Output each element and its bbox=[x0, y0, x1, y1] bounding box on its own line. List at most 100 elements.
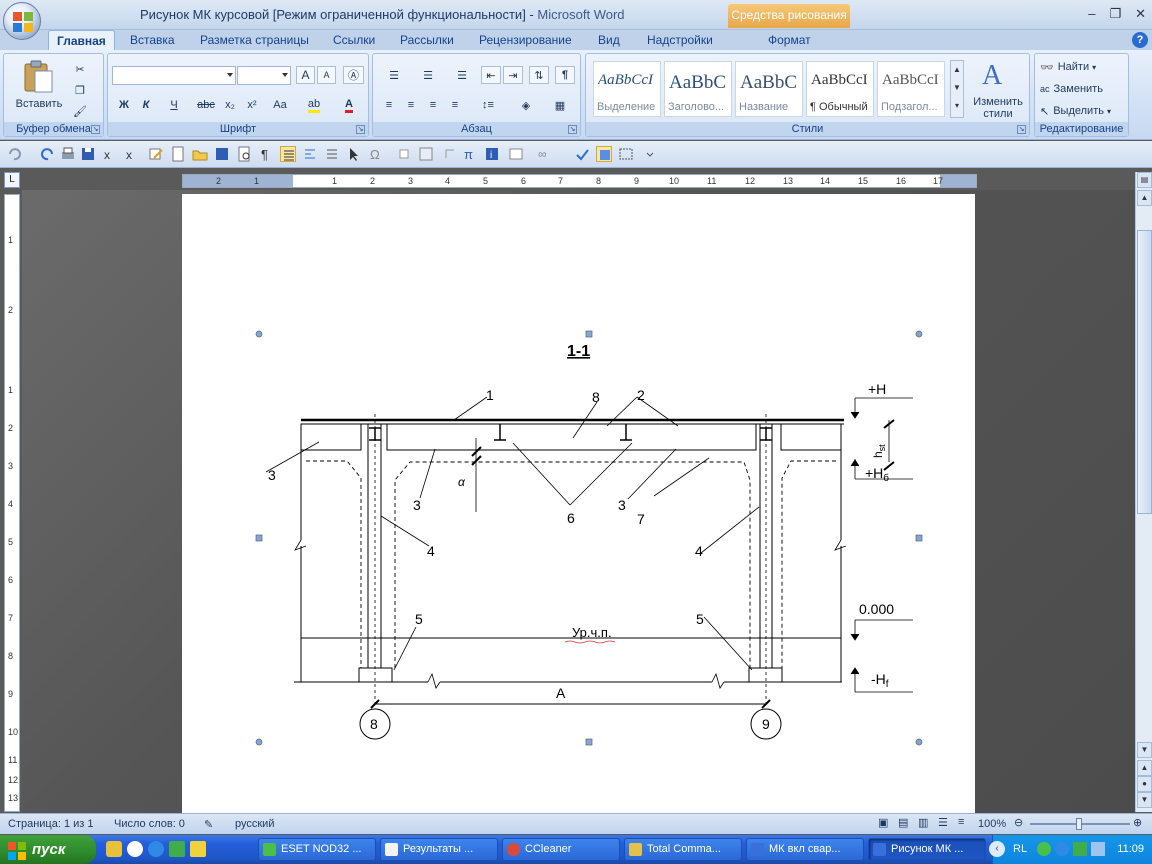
styles-launcher-icon[interactable]: ↘ bbox=[1017, 125, 1026, 134]
table-icon[interactable] bbox=[418, 146, 434, 162]
quick-launch-icon[interactable] bbox=[106, 841, 122, 857]
delete-icon[interactable]: x bbox=[102, 146, 118, 162]
open-folder-icon[interactable] bbox=[192, 146, 208, 162]
tray-expand-icon[interactable]: ‹ bbox=[989, 841, 1005, 857]
shrink-font-button[interactable]: A bbox=[317, 66, 336, 84]
draft-view-icon[interactable]: ≡ bbox=[958, 816, 964, 828]
paragraph-launcher-icon[interactable]: ↘ bbox=[568, 125, 577, 134]
restore-icon[interactable]: ❐ bbox=[1109, 6, 1121, 22]
language-bar[interactable]: RL bbox=[1013, 843, 1027, 855]
change-case-button[interactable]: Aa bbox=[266, 96, 294, 114]
redo-icon[interactable] bbox=[40, 146, 56, 162]
office-button[interactable] bbox=[3, 2, 41, 40]
browse-object-icon[interactable]: ● bbox=[1137, 776, 1152, 792]
task-eset[interactable]: ESET NOD32 ... bbox=[258, 838, 376, 861]
previous-page-icon[interactable]: ▲ bbox=[1137, 760, 1152, 776]
vertical-scrollbar[interactable]: ▤ ▲ ▼ ▲ ● ▼ bbox=[1135, 172, 1152, 812]
tray-icon[interactable] bbox=[1055, 842, 1069, 856]
copy-button[interactable]: ❐ bbox=[70, 81, 90, 99]
style-emphasis[interactable]: AaBbCcI Выделение bbox=[593, 61, 661, 117]
format-painter-button[interactable]: 🖌 bbox=[70, 102, 90, 120]
reading-view-icon[interactable]: ▤ bbox=[898, 816, 908, 829]
justify-toolbar-icon[interactable] bbox=[280, 146, 296, 162]
align-right-button[interactable]: ≡ bbox=[423, 96, 443, 114]
image-icon[interactable] bbox=[508, 146, 524, 162]
clipboard-launcher-icon[interactable]: ↘ bbox=[91, 125, 100, 134]
tab-home[interactable]: Главная bbox=[48, 30, 115, 50]
checkbox-icon[interactable] bbox=[396, 146, 412, 162]
link-icon[interactable]: ∞ bbox=[538, 146, 554, 162]
styles-gallery-scroll[interactable]: ▲ ▼ ▾ bbox=[950, 60, 964, 118]
quick-launch-icon[interactable] bbox=[169, 841, 185, 857]
tray-icon[interactable] bbox=[1073, 842, 1087, 856]
select-button[interactable]: ↖ Выделить ▾ bbox=[1039, 102, 1125, 120]
print-preview-icon[interactable] bbox=[236, 146, 252, 162]
toolbar-options-icon[interactable] bbox=[642, 146, 658, 162]
text-direction-icon[interactable] bbox=[324, 146, 340, 162]
minimize-icon[interactable]: ‒ bbox=[1088, 6, 1095, 22]
style-heading[interactable]: AaBbC Заголово... bbox=[664, 61, 732, 117]
ruler-toggle-icon[interactable]: ▤ bbox=[1137, 172, 1152, 188]
cut-button[interactable]: ✂ bbox=[70, 60, 90, 78]
selection-handle[interactable] bbox=[585, 330, 593, 338]
page-count[interactable]: Страница: 1 из 1 bbox=[8, 818, 94, 830]
close-icon[interactable]: ✕ bbox=[1135, 6, 1146, 22]
task-word-active[interactable]: Рисунок МК ... bbox=[868, 838, 986, 861]
formula-icon[interactable]: x bbox=[124, 146, 140, 162]
drawing-tools-context-tab[interactable]: Средства рисования bbox=[728, 4, 850, 28]
font-launcher-icon[interactable]: ↘ bbox=[356, 125, 365, 134]
save-disk-icon[interactable] bbox=[214, 146, 230, 162]
bold-button[interactable]: Ж bbox=[114, 96, 134, 114]
font-name-combo[interactable] bbox=[112, 66, 236, 85]
start-button[interactable]: пуск bbox=[0, 835, 96, 864]
zoom-in-icon[interactable]: ⊕ bbox=[1133, 816, 1142, 829]
style-title[interactable]: AaBbC Название bbox=[735, 61, 803, 117]
pilcrow-icon[interactable]: ¶ bbox=[258, 146, 274, 162]
help-icon[interactable]: ? bbox=[1132, 32, 1148, 48]
task-word-mk[interactable]: МК вкл свар... bbox=[746, 838, 864, 861]
word-count[interactable]: Число слов: 0 bbox=[114, 818, 185, 830]
undo-icon[interactable] bbox=[6, 146, 22, 162]
align-left-button[interactable]: ≡ bbox=[379, 96, 399, 114]
style-subtitle[interactable]: AaBbCcI Подзагол... bbox=[877, 61, 945, 117]
font-size-combo[interactable] bbox=[237, 66, 291, 85]
proofing-icon[interactable]: ✎ bbox=[204, 818, 213, 831]
pointer-icon[interactable] bbox=[346, 146, 362, 162]
tab-page-layout[interactable]: Разметка страницы bbox=[192, 30, 317, 50]
selection-handle[interactable] bbox=[915, 534, 923, 542]
edit-icon[interactable] bbox=[148, 146, 164, 162]
borders-button[interactable]: ▦ bbox=[545, 96, 575, 114]
grow-font-button[interactable]: A bbox=[296, 66, 315, 84]
scroll-up-icon[interactable]: ▲ bbox=[1137, 190, 1152, 206]
line-spacing-button[interactable]: ↕≡ bbox=[473, 96, 503, 114]
vertical-ruler[interactable]: 1 2 1 2 3 4 5 6 7 8 9 10 11 12 13 bbox=[4, 194, 20, 812]
quick-launch-icon[interactable] bbox=[127, 841, 143, 857]
selection-handle[interactable] bbox=[255, 330, 263, 338]
selection-handle[interactable] bbox=[255, 738, 263, 746]
omega-icon[interactable]: Ω bbox=[368, 146, 384, 162]
zoom-slider-thumb[interactable] bbox=[1076, 818, 1082, 830]
numbering-button[interactable]: ☰ bbox=[413, 66, 443, 84]
multilevel-list-button[interactable]: ☰ bbox=[447, 66, 477, 84]
decrease-indent-button[interactable]: ⇤ bbox=[481, 66, 501, 84]
justify-button[interactable]: ≡ bbox=[445, 96, 465, 114]
print-layout-view-icon[interactable]: ▣ bbox=[878, 816, 888, 829]
horizontal-ruler[interactable]: 2 1 1 2 3 4 5 6 7 8 9 10 11 12 13 14 15 … bbox=[182, 174, 977, 188]
task-ccleaner[interactable]: CCleaner bbox=[502, 838, 620, 861]
sort-button[interactable]: ⇅ bbox=[529, 66, 549, 84]
print-icon[interactable] bbox=[60, 146, 76, 162]
gallery-more-icon[interactable]: ▾ bbox=[951, 97, 963, 115]
zoom-level[interactable]: 100% bbox=[978, 818, 1006, 830]
scroll-down-icon[interactable]: ▼ bbox=[1137, 742, 1152, 758]
save-icon[interactable] bbox=[80, 146, 96, 162]
selection-handle[interactable] bbox=[255, 534, 263, 542]
document-page[interactable]: 1-1 1 2 3 3 3 3 4 4 5 5 6 7 8 α +H +Hб h… bbox=[182, 194, 975, 814]
increase-indent-button[interactable]: ⇥ bbox=[503, 66, 523, 84]
tab-references[interactable]: Ссылки bbox=[325, 30, 383, 50]
clear-formatting-button[interactable]: Ⓐ bbox=[343, 66, 364, 84]
align-center-button[interactable]: ≡ bbox=[401, 96, 421, 114]
paste-button[interactable]: Вставить bbox=[14, 58, 62, 118]
next-page-icon[interactable]: ▼ bbox=[1137, 792, 1152, 808]
section-drawing[interactable]: 1-1 1 2 3 3 3 3 4 4 5 5 6 7 8 α +H +Hб h… bbox=[182, 194, 975, 814]
tab-selector[interactable]: L bbox=[4, 172, 20, 188]
